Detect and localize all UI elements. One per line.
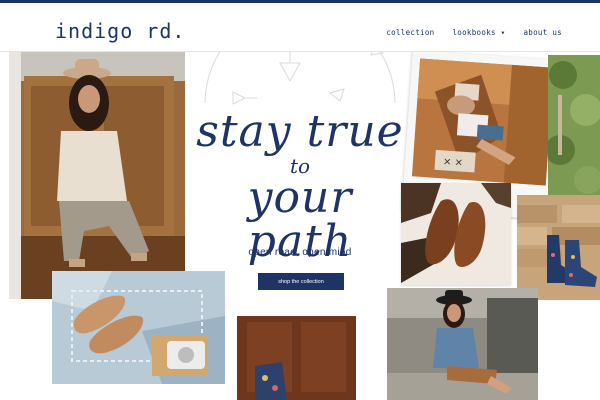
- photo-boots-wood[interactable]: [237, 316, 356, 400]
- loafers-image: [401, 183, 511, 285]
- woman-steps-image: [387, 288, 538, 400]
- boots-wood-image: [237, 316, 356, 400]
- main-nav: collection lookbooks ▾ about us: [386, 28, 562, 37]
- headline-line-1: stay true: [196, 106, 404, 157]
- shop-collection-button[interactable]: shop the collection: [258, 273, 344, 290]
- nav-lookbooks[interactable]: lookbooks ▾: [452, 28, 505, 37]
- svg-text:× ×: × ×: [443, 156, 464, 168]
- foliage-image: [548, 55, 600, 195]
- photo-slides[interactable]: [52, 271, 225, 384]
- woman-hat-image: [9, 51, 185, 299]
- photo-woman-hat[interactable]: [9, 51, 185, 299]
- floral-boots-image: [517, 195, 600, 300]
- hero-headline: stay true to your path: [190, 110, 410, 264]
- site-header: indigo rd. collection lookbooks ▾ about …: [0, 3, 600, 52]
- photo-woman-steps[interactable]: [387, 288, 538, 400]
- nav-about-us[interactable]: about us: [523, 28, 562, 37]
- photo-foliage: [548, 55, 600, 195]
- slides-image: [52, 271, 225, 384]
- hero-tagline: open road, open mind: [248, 247, 352, 258]
- logo[interactable]: indigo rd.: [55, 19, 185, 43]
- nav-collection[interactable]: collection: [386, 28, 434, 37]
- photo-floral-boots[interactable]: [517, 195, 600, 300]
- photo-loafers[interactable]: [401, 183, 511, 285]
